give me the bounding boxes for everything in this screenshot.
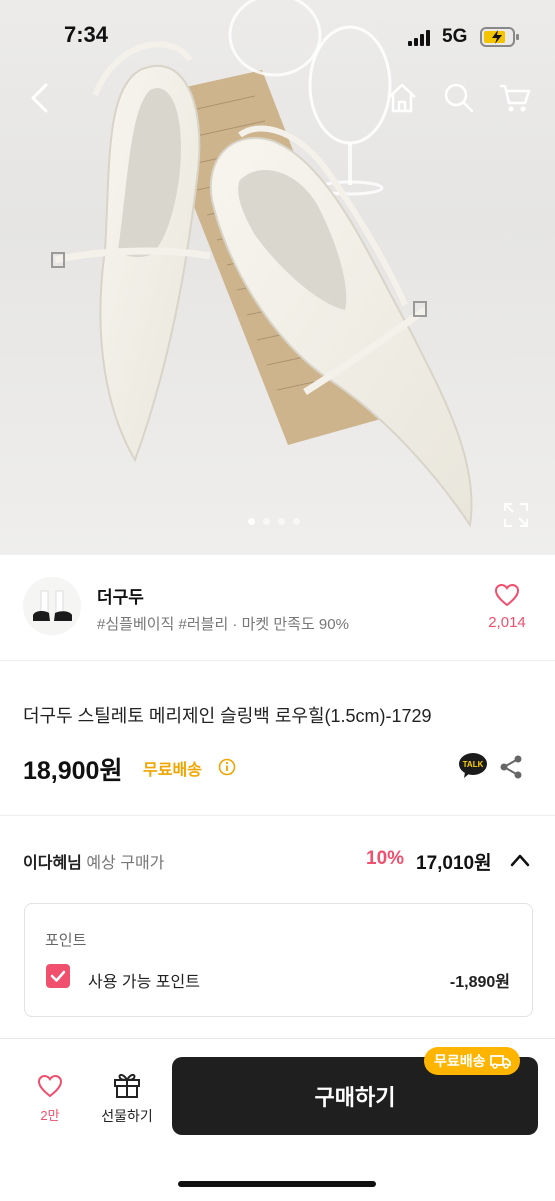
- battery-icon: [480, 27, 519, 47]
- gift-icon: [114, 1073, 140, 1098]
- expand-icon[interactable]: [503, 502, 529, 528]
- store-like-count: 2,014: [488, 614, 526, 631]
- points-label: 사용 가능 포인트: [88, 974, 200, 991]
- like-button[interactable]: 2만: [28, 1074, 72, 1124]
- product-title: 더구두 스틸레토 메리제인 슬링백 로우힐(1.5cm)-1729: [23, 706, 432, 726]
- heart-icon: [494, 583, 520, 607]
- store-info[interactable]: 더구두 #심플베이직 #러블리 · 마켓 만족도 90% 2,014: [0, 555, 555, 661]
- store-like-button[interactable]: 2,014: [482, 583, 532, 631]
- status-bar: 7:34 5G: [0, 0, 555, 70]
- free-shipping-badge: 무료배송: [424, 1047, 520, 1075]
- points-value: -1,890원: [449, 974, 510, 991]
- chevron-up-icon[interactable]: [510, 853, 530, 867]
- kakao-talk-icon[interactable]: TALK: [458, 752, 488, 780]
- pagination-dot[interactable]: [293, 518, 300, 525]
- points-panel: 포인트 사용 가능 포인트 -1,890원: [24, 903, 533, 1017]
- expected-price-label: 이다혜님 예상 구매가: [23, 849, 164, 873]
- bottom-action-bar: 2만 선물하기 구매하기 무료배송: [0, 1038, 555, 1201]
- expected-price-caption: 예상 구매가: [81, 855, 165, 872]
- info-icon[interactable]: [218, 758, 236, 776]
- truck-icon: [489, 1055, 511, 1069]
- back-arrow-icon[interactable]: [28, 82, 52, 114]
- pagination-dot[interactable]: [278, 518, 285, 525]
- user-name: 이다혜님: [23, 855, 82, 872]
- product-price: 18,900원: [23, 757, 123, 785]
- discount-rate: 10%: [366, 848, 405, 869]
- section-divider: [0, 815, 555, 816]
- home-indicator: [178, 1181, 376, 1187]
- gift-button[interactable]: 선물하기: [92, 1071, 162, 1126]
- free-shipping-badge-label: 무료배송: [434, 1053, 486, 1069]
- gallery-pagination: [248, 518, 300, 525]
- store-name[interactable]: 더구두: [97, 583, 144, 608]
- store-avatar-image: [23, 577, 81, 635]
- checkmark-icon: [50, 970, 66, 982]
- points-checkbox[interactable]: [46, 964, 70, 988]
- network-label: 5G: [442, 26, 468, 47]
- heart-icon: [37, 1074, 63, 1098]
- share-icon[interactable]: [498, 754, 524, 780]
- home-icon[interactable]: [385, 82, 419, 114]
- store-avatar[interactable]: [23, 577, 81, 635]
- pagination-dot[interactable]: [263, 518, 270, 525]
- like-count: 2만: [40, 1108, 60, 1123]
- search-icon[interactable]: [443, 82, 475, 114]
- status-time: 7:34: [64, 22, 109, 47]
- signal-icon: [408, 30, 430, 46]
- cart-icon[interactable]: [498, 82, 532, 114]
- product-image-gallery[interactable]: 7:34 5G: [0, 0, 555, 555]
- points-title: 포인트: [45, 932, 87, 949]
- gift-label: 선물하기: [101, 1108, 153, 1124]
- expected-price-value: 17,010원: [416, 853, 492, 874]
- free-shipping-label: 무료배송: [143, 762, 202, 779]
- store-tags: #심플베이직 #러블리 · 마켓 만족도 90%: [97, 616, 349, 633]
- svg-text:TALK: TALK: [463, 760, 484, 769]
- pagination-dot[interactable]: [248, 518, 255, 525]
